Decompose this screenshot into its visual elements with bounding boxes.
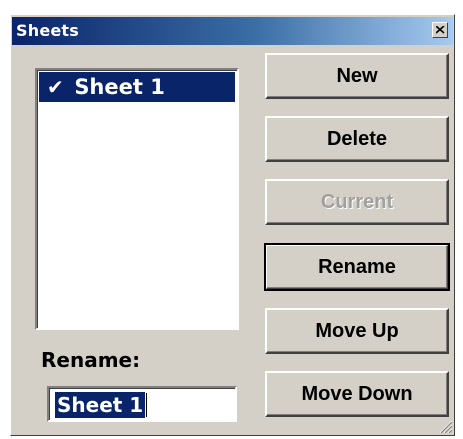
text-caret [146,393,147,417]
sheets-dialog: Sheets ✔ Sheet 1 Rename: Sheet 1 New Del… [10,14,455,436]
move-up-button[interactable]: Move Up [265,308,449,354]
rename-input-value: Sheet 1 [55,392,146,418]
delete-button[interactable]: Delete [265,116,449,162]
close-button[interactable] [432,22,448,38]
list-item-label: Sheet 1 [74,75,165,99]
window-title: Sheets [16,21,79,40]
resize-grip-icon[interactable] [439,420,453,434]
close-icon [436,26,445,34]
rename-label: Rename: [41,348,141,372]
current-button[interactable]: Current [265,179,449,225]
title-bar[interactable]: Sheets [12,17,453,45]
sheets-listbox[interactable]: ✔ Sheet 1 [35,68,239,330]
rename-button[interactable]: Rename [264,243,450,291]
move-down-button[interactable]: Move Down [265,371,449,417]
checkmark-icon: ✔ [47,75,64,99]
rename-input[interactable]: Sheet 1 [47,386,237,422]
list-item-sheet-1[interactable]: ✔ Sheet 1 [39,72,235,102]
new-button[interactable]: New [265,53,449,99]
